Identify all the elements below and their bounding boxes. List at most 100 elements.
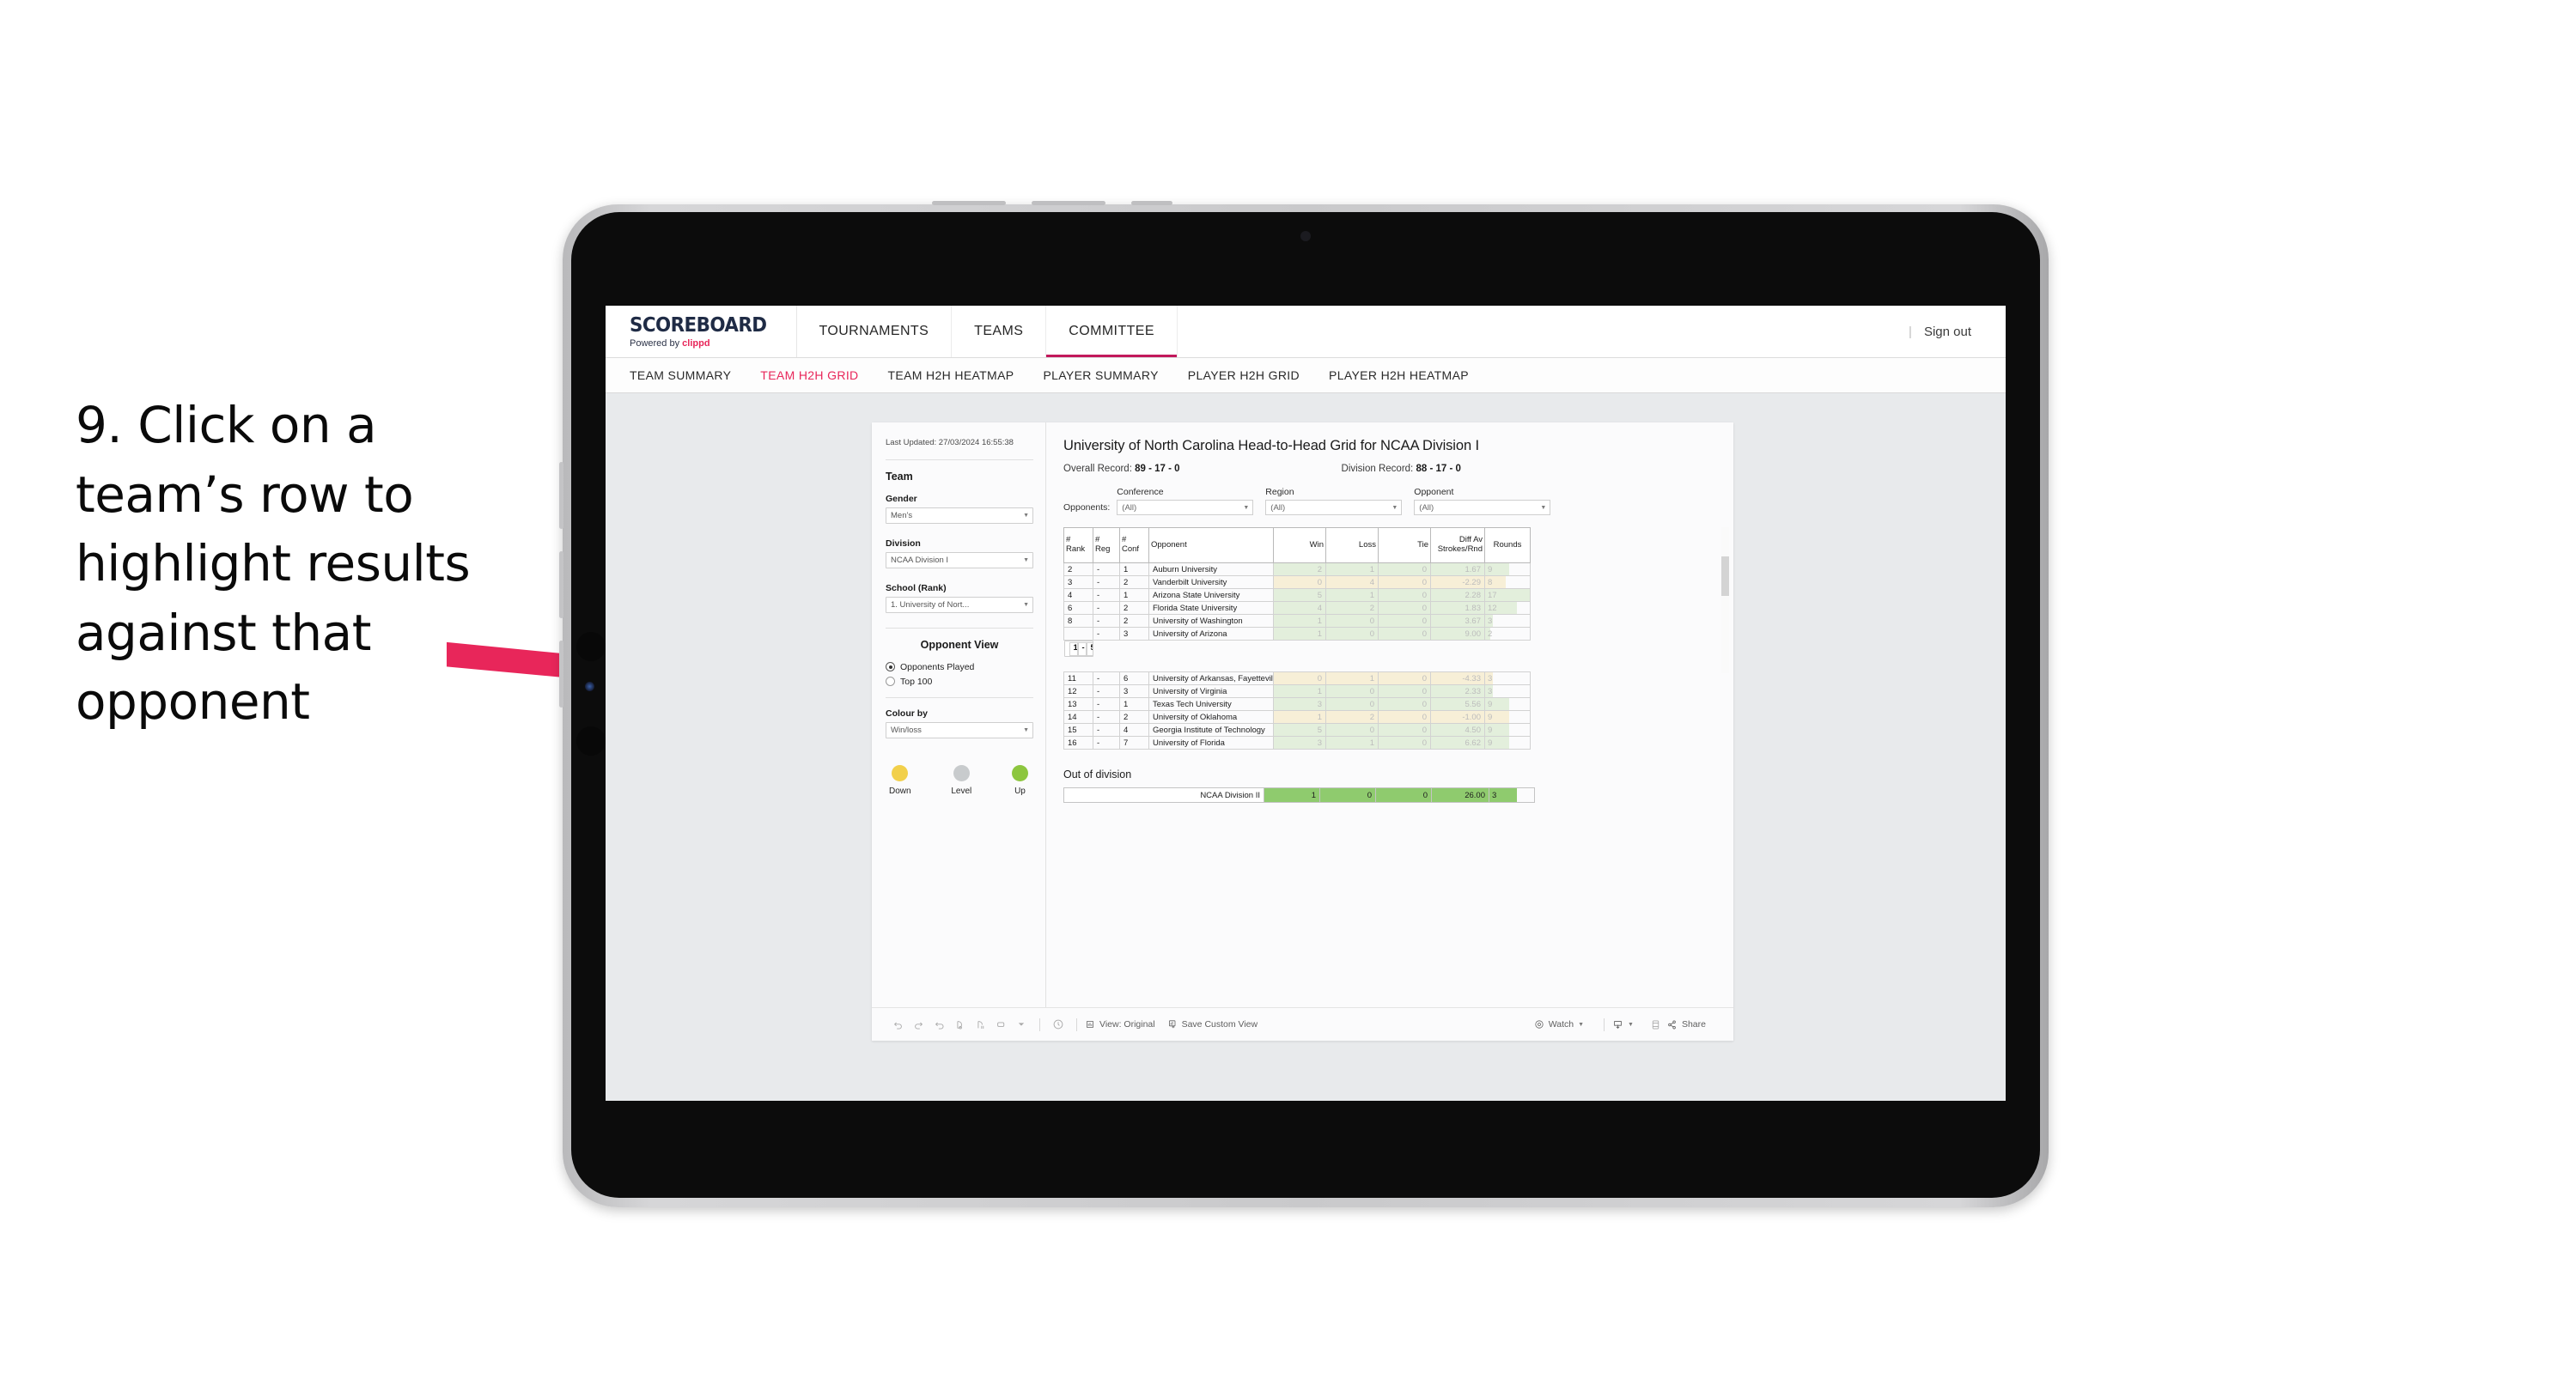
- table-cell: [1063, 627, 1093, 641]
- colour-by-label: Colour by: [886, 708, 928, 719]
- rounds-bar-cell: 9: [1484, 710, 1531, 724]
- divider-2: [886, 627, 1033, 629]
- out-of-division-title: Out of division: [1063, 768, 1132, 781]
- app-logo[interactable]: SCOREBOARD Powered by clippd: [606, 306, 797, 357]
- table-cell: -: [1093, 614, 1120, 628]
- radio-top-100[interactable]: Top 100: [886, 677, 1033, 687]
- division-select[interactable]: NCAA Division I ▼: [886, 551, 1033, 568]
- table-cell: 10: [1069, 641, 1078, 656]
- table-cell: 1: [1325, 671, 1379, 685]
- refresh-icon[interactable]: [949, 1014, 970, 1035]
- colour-by-select[interactable]: Win/loss ▼: [886, 721, 1033, 738]
- revert-icon[interactable]: [929, 1014, 949, 1035]
- subnav-player-h2h-heatmap[interactable]: PLAYER H2H HEATMAP: [1329, 368, 1469, 382]
- app-screen: SCOREBOARD Powered by clippd TOURNAMENTS…: [606, 306, 2006, 1101]
- subnav-team-h2h-grid[interactable]: TEAM H2H GRID: [760, 368, 858, 382]
- filters-label: Opponents:: [1063, 502, 1111, 513]
- view-original-button[interactable]: View: Original: [1085, 1019, 1155, 1030]
- pause-icon[interactable]: [970, 1014, 990, 1035]
- table-cell: 0: [1325, 723, 1379, 737]
- watch-button[interactable]: Watch ▼: [1534, 1019, 1584, 1030]
- subnav-player-h2h-grid[interactable]: PLAYER H2H GRID: [1188, 368, 1300, 382]
- redo-icon[interactable]: [908, 1014, 929, 1035]
- out-of-division-row[interactable]: NCAA Division II 1 0 0 26.00 3: [1063, 787, 1535, 803]
- table-cell: 0: [1378, 627, 1431, 641]
- table-row[interactable]: 6-2 Florida State University 4 2 0 1.83 12: [1063, 601, 1531, 615]
- primary-nav: TOURNAMENTS TEAMS COMMITTEE: [797, 306, 1178, 357]
- table-cell: Auburn University: [1148, 562, 1274, 576]
- gender-select[interactable]: Men’s ▼: [886, 507, 1033, 524]
- highlight-icon[interactable]: [1048, 1014, 1069, 1035]
- share-button[interactable]: Share: [1666, 1019, 1706, 1030]
- opponent-filters: Opponents: Conference (All) ▼ Region (Al: [1063, 487, 1718, 515]
- table-cell: 1: [1273, 627, 1326, 641]
- secondary-nav: TEAM SUMMARY TEAM H2H GRID TEAM H2H HEAT…: [606, 358, 2006, 393]
- table-cell: -: [1093, 575, 1120, 589]
- zoom-icon[interactable]: [990, 1014, 1011, 1035]
- table-row[interactable]: 12-3 University of Virginia 1 0 0 2.33 3: [1063, 684, 1531, 698]
- colour-by-value: Win/loss: [891, 725, 922, 735]
- table-row[interactable]: 2-1 Auburn University 2 1 0 1.67 9: [1063, 562, 1531, 576]
- table-cell: 2: [1119, 614, 1149, 628]
- side-button[interactable]: [559, 641, 563, 708]
- subnav-team-h2h-heatmap[interactable]: TEAM H2H HEATMAP: [888, 368, 1014, 382]
- table-cell: 0: [1325, 697, 1379, 711]
- volume-up-button[interactable]: [559, 462, 563, 529]
- table-cell: 0: [1378, 697, 1431, 711]
- chevron-down-icon: ▼: [1628, 1021, 1634, 1028]
- nav-tab-tournaments[interactable]: TOURNAMENTS: [797, 306, 953, 357]
- table-cell: 4: [1119, 723, 1149, 737]
- table-row[interactable]: 16-7 University of Florida 3 1 0 6.62 9: [1063, 736, 1531, 750]
- table-cell: NCAA Division II: [1063, 787, 1264, 803]
- table-cell: 0: [1378, 723, 1431, 737]
- table-row[interactable]: 14-2 University of Oklahoma 1 2 0 -1.00 9: [1063, 710, 1531, 724]
- table-cell: 2: [1273, 562, 1326, 576]
- viz-container: Last Updated: 27/03/2024 16:55:38 Team G…: [872, 422, 1733, 1041]
- table-cell: 11: [1063, 671, 1093, 685]
- nav-tab-committee[interactable]: COMMITTEE: [1046, 306, 1178, 357]
- table-row[interactable]: 8-2 University of Washington 1 0 0 3.67 3: [1063, 614, 1531, 628]
- filter-region-select[interactable]: (All) ▼: [1265, 500, 1403, 515]
- school-select[interactable]: 1. University of Nort... ▼: [886, 596, 1033, 613]
- table-row[interactable]: 13-1 Texas Tech University 3 0 0 5.56 9: [1063, 697, 1531, 711]
- camera-sensor-icon: [585, 682, 594, 691]
- subnav-team-summary[interactable]: TEAM SUMMARY: [630, 368, 731, 382]
- table-cell: University of Oklahoma: [1148, 710, 1274, 724]
- table-cell: 12: [1063, 684, 1093, 698]
- filter-conference-select[interactable]: (All) ▼: [1117, 500, 1254, 515]
- table-cell: 3: [1273, 697, 1326, 711]
- col-win: Win: [1273, 527, 1326, 563]
- table-row[interactable]: 3-2 Vanderbilt University 0 4 0 -2.29 8: [1063, 575, 1531, 589]
- logo-subtitle: Powered by clippd: [630, 339, 777, 349]
- rounds-bar-cell: 9: [1484, 723, 1531, 737]
- table-scrollbar[interactable]: [1721, 527, 1729, 673]
- table-row[interactable]: -3 University of Arizona 1 0 0 9.00 2: [1063, 627, 1531, 641]
- header-divider: |: [1909, 324, 1912, 339]
- table-cell: 1: [1325, 562, 1379, 576]
- table-row[interactable]: 4-1 Arizona State University 5 1 0 2.28 17: [1063, 588, 1531, 602]
- undo-icon[interactable]: [887, 1014, 908, 1035]
- overall-record-value: 89 - 17 - 0: [1135, 464, 1180, 474]
- table-cell: -: [1077, 641, 1087, 656]
- sign-out-link[interactable]: Sign out: [1924, 325, 1971, 339]
- subnav-player-summary[interactable]: PLAYER SUMMARY: [1043, 368, 1158, 382]
- save-custom-view-button[interactable]: Save Custom View: [1167, 1019, 1258, 1030]
- table-row[interactable]: 10-5University of Alabama3002.618: [1063, 641, 1093, 657]
- device-layout-icon[interactable]: [1646, 1014, 1666, 1035]
- table-cell: 5.56: [1430, 697, 1485, 711]
- legend-level: Level: [951, 764, 971, 796]
- chevron-down-icon[interactable]: [1011, 1014, 1032, 1035]
- toolbar-divider-3: [1604, 1017, 1605, 1031]
- table-row[interactable]: 11-6 University of Arkansas, Fayetteville…: [1063, 671, 1531, 685]
- nav-tab-teams[interactable]: TEAMS: [952, 306, 1047, 357]
- download-button[interactable]: ▼: [1612, 1019, 1634, 1030]
- radio-opponents-played[interactable]: Opponents Played: [886, 662, 1033, 672]
- table-scrollbar-thumb[interactable]: [1721, 556, 1729, 596]
- filter-opponent-select[interactable]: (All) ▼: [1414, 500, 1551, 515]
- volume-down-button[interactable]: [559, 551, 563, 618]
- filter-conference-label: Conference: [1117, 487, 1164, 497]
- table-row[interactable]: 15-4 Georgia Institute of Technology 5 0 0 4.…: [1063, 723, 1531, 737]
- table-cell: -: [1093, 710, 1120, 724]
- out-of-division-table: NCAA Division II 1 0 0 26.00 3: [1063, 787, 1535, 803]
- school-label: School (Rank): [886, 582, 947, 593]
